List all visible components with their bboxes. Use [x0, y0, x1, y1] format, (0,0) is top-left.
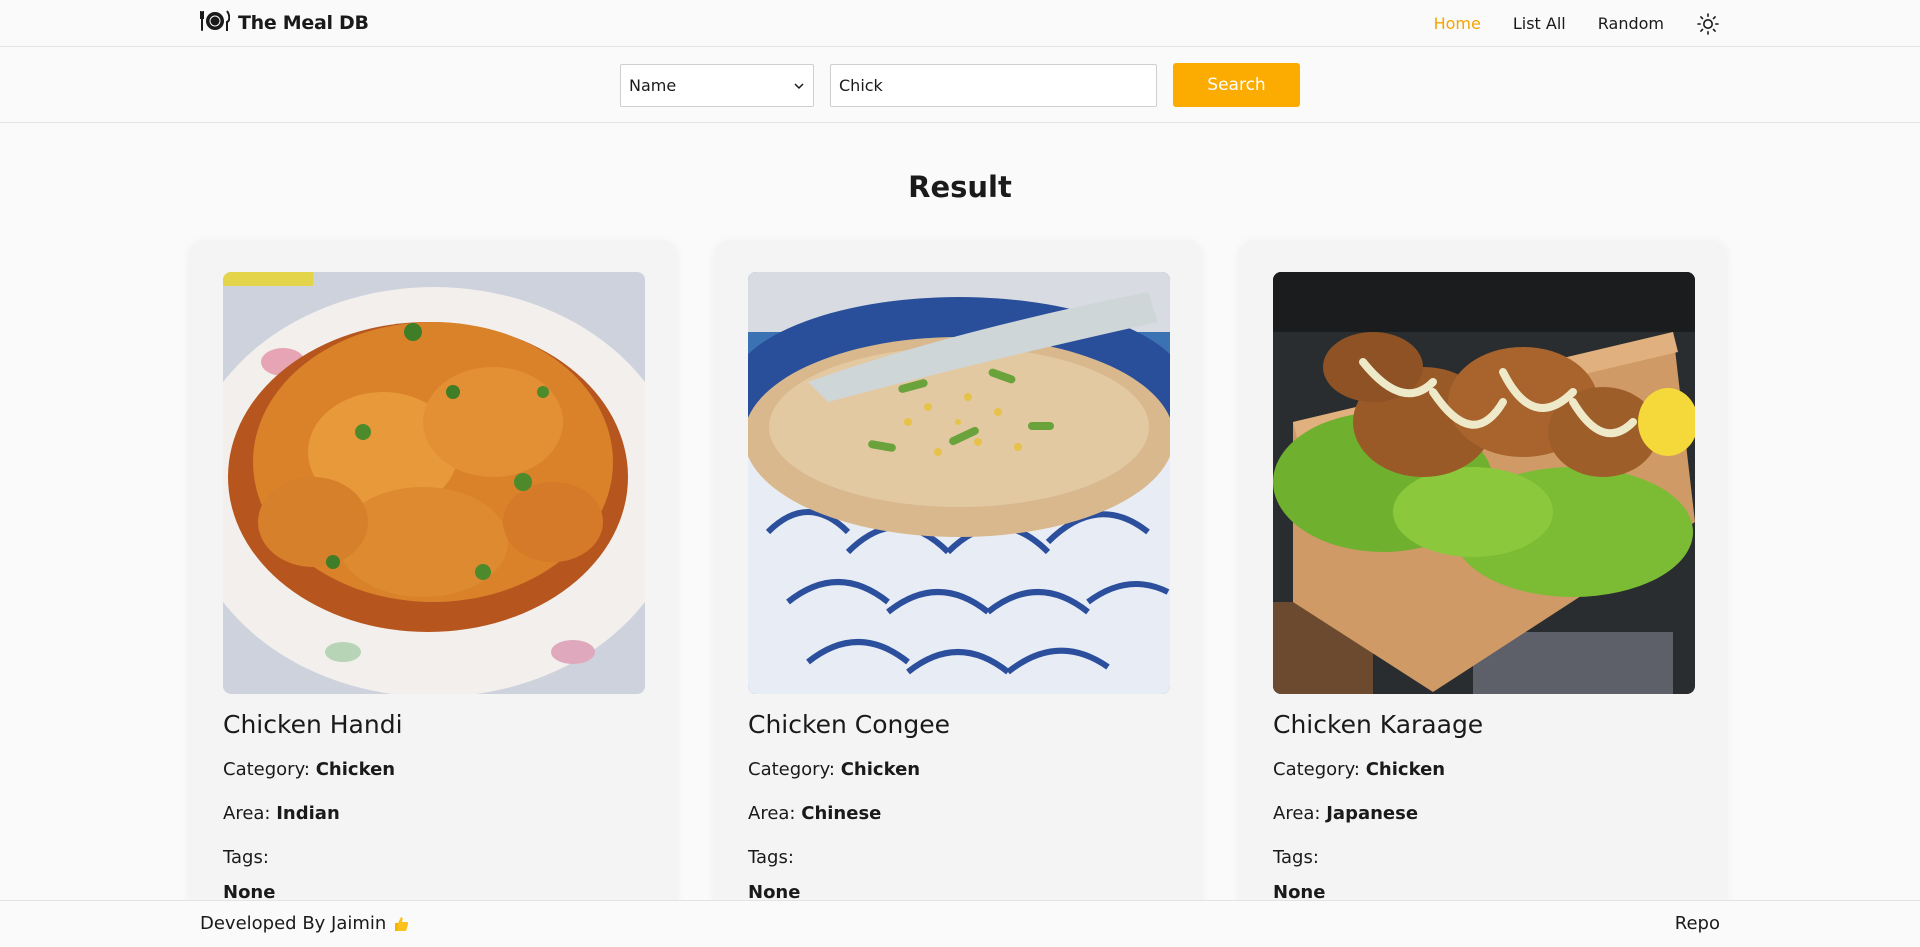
meal-title[interactable]: Chicken Handi [223, 710, 403, 739]
meal-card[interactable]: Chicken Handi Category: Chicken Area: In… [190, 240, 676, 940]
meal-tags-label: Tags: [748, 847, 794, 868]
search-bar: Name Search [0, 47, 1920, 123]
meal-area: Area: Indian [223, 803, 340, 824]
meal-area: Area: Chinese [748, 803, 882, 824]
result-heading: Result [908, 170, 1012, 204]
meal-card[interactable]: Chicken Karaage Category: Chicken Area: … [1240, 240, 1726, 940]
meal-tags-label: Tags: [223, 847, 269, 868]
nav-random-link[interactable]: Random [1598, 14, 1664, 33]
meal-category: Category: Chicken [748, 759, 921, 780]
navbar: The Meal DB Home List All Random [0, 0, 1920, 47]
plate-cutlery-icon [200, 9, 231, 38]
search-button[interactable]: Search [1173, 63, 1300, 107]
sun-icon [1697, 12, 1719, 35]
repo-link[interactable]: Repo [1675, 913, 1720, 934]
chevron-down-icon [794, 82, 804, 89]
meal-title[interactable]: Chicken Congee [748, 710, 950, 739]
nav-home-link[interactable]: Home [1434, 14, 1481, 33]
search-mode-value: Name [629, 76, 677, 95]
meal-category: Category: Chicken [1273, 759, 1446, 780]
theme-toggle-button[interactable] [1696, 12, 1720, 36]
meal-tags-label: Tags: [1273, 847, 1319, 868]
brand-logo[interactable]: The Meal DB [200, 9, 369, 38]
footer: Developed By Jaimin Repo [0, 900, 1920, 947]
meal-title[interactable]: Chicken Karaage [1273, 710, 1483, 739]
meal-card[interactable]: Chicken Congee Category: Chicken Area: C… [715, 240, 1201, 940]
meal-image[interactable] [1273, 272, 1695, 694]
meal-image[interactable] [748, 272, 1170, 694]
footer-credit: Developed By Jaimin [200, 913, 410, 934]
chicken-handi-photo [223, 272, 645, 694]
footer-credit-text: Developed By Jaimin [200, 913, 387, 934]
brand-name: The Meal DB [238, 12, 369, 34]
thumbs-up-icon [395, 916, 409, 931]
meal-image[interactable] [223, 272, 645, 694]
search-mode-select[interactable]: Name [620, 64, 814, 107]
nav-list-all-link[interactable]: List All [1513, 14, 1566, 33]
nav-links: Home List All Random [1402, 0, 1720, 47]
chicken-karaage-photo [1273, 272, 1695, 694]
meal-area: Area: Japanese [1273, 803, 1419, 824]
meal-category: Category: Chicken [223, 759, 396, 780]
chicken-congee-photo [748, 272, 1170, 694]
search-input[interactable] [830, 64, 1157, 107]
